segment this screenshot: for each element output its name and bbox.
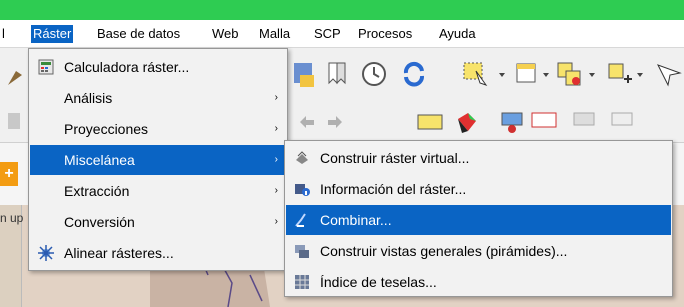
calculator-icon — [38, 59, 54, 75]
menu-item-analysis[interactable]: Análisis › — [30, 83, 286, 113]
menu-item-raster-calculator[interactable]: Calculadora ráster... — [30, 52, 286, 82]
table-icon[interactable] — [514, 59, 540, 89]
bookmark-icon[interactable] — [325, 59, 351, 89]
menu-item-build-virtual-raster[interactable]: Construir ráster virtual... — [286, 143, 671, 173]
label-change-icon[interactable] — [610, 109, 636, 135]
menu-item-label: Información del ráster... — [320, 181, 467, 197]
menu-item-conversion[interactable]: Conversión › — [30, 207, 286, 237]
chevron-right-icon: › — [274, 216, 278, 227]
menu-item-label: Alinear rásteres... — [64, 245, 174, 261]
align-rasters-icon — [38, 245, 54, 261]
chevron-right-icon: › — [274, 185, 278, 196]
miscellaneous-submenu: Construir ráster virtual... Información … — [284, 140, 673, 297]
label-abc-icon[interactable] — [416, 111, 444, 133]
pyramids-icon — [295, 245, 309, 258]
menu-item-label: Extracción — [64, 183, 130, 199]
menu-item-extraction[interactable]: Extracción › — [30, 176, 286, 206]
clock-icon[interactable] — [360, 59, 388, 89]
virtual-raster-icon — [296, 151, 308, 164]
chevron-down-icon[interactable] — [588, 71, 596, 79]
label-highlight-icon[interactable] — [530, 109, 560, 133]
deselect-icon[interactable] — [556, 59, 584, 89]
menu-processing[interactable]: Procesos — [358, 25, 412, 43]
menu-item-label: Calculadora ráster... — [64, 59, 190, 75]
menu-raster[interactable]: Ráster — [31, 25, 74, 43]
menu-item-label: Combinar... — [320, 212, 392, 228]
menu-item-merge[interactable]: Combinar... — [286, 205, 671, 235]
chevron-down-icon[interactable] — [498, 71, 506, 79]
menu-item-tile-index[interactable]: Índice de teselas... — [286, 267, 671, 297]
menu-item-build-overviews[interactable]: Construir vistas generales (pirámides)..… — [286, 236, 671, 266]
menu-item-projections[interactable]: Proyecciones › — [30, 114, 286, 144]
menu-item-raster-information[interactable]: Información del ráster... — [286, 174, 671, 204]
raster-info-icon — [295, 184, 310, 196]
menu-item-label: Construir vistas generales (pirámides)..… — [320, 243, 568, 259]
menu-item-label: Proyecciones — [64, 121, 149, 137]
menu-database[interactable]: Base de datos — [97, 25, 180, 43]
label-style-icon[interactable] — [454, 109, 480, 135]
menu-view-partial[interactable]: l — [2, 25, 5, 43]
label-rotate-icon[interactable] — [572, 109, 598, 135]
menu-item-label: Índice de teselas... — [320, 274, 437, 290]
new-layer-icon[interactable] — [606, 59, 634, 89]
chevron-right-icon: › — [274, 123, 278, 134]
menu-item-miscellaneous[interactable]: Miscelánea › — [30, 145, 286, 175]
select-icon[interactable] — [462, 59, 496, 89]
side-panel-text: n up — [0, 211, 24, 225]
menu-scp[interactable]: SCP — [314, 25, 341, 43]
label-pin-icon[interactable] — [500, 109, 526, 135]
raster-menu: Calculadora ráster... Análisis › Proyecc… — [28, 48, 288, 271]
chevron-right-icon: › — [274, 92, 278, 103]
chevron-down-icon[interactable] — [636, 71, 644, 79]
add-layer-button[interactable]: + — [0, 162, 18, 186]
redo-icon[interactable] — [324, 111, 346, 133]
chevron-right-icon: › — [274, 154, 278, 165]
menu-item-label: Miscelánea — [64, 152, 135, 168]
menu-item-align-rasters[interactable]: Alinear rásteres... — [30, 238, 286, 268]
identify-icon[interactable] — [654, 59, 682, 89]
menu-web[interactable]: Web — [212, 25, 239, 43]
merge-icon — [295, 213, 306, 227]
menu-bar: l Ráster Base de datos Web Malla SCP Pro… — [0, 20, 684, 48]
menu-help[interactable]: Ayuda — [439, 25, 476, 43]
title-bar — [0, 0, 684, 20]
menu-mesh[interactable]: Malla — [259, 25, 290, 43]
refresh-icon[interactable] — [400, 59, 428, 89]
menu-item-label: Conversión — [64, 214, 135, 230]
menu-item-label: Análisis — [64, 90, 113, 106]
chevron-down-icon[interactable] — [542, 71, 550, 79]
layer-icon[interactable] — [292, 59, 318, 89]
digitize-icon[interactable] — [4, 109, 24, 133]
undo-icon[interactable] — [296, 111, 318, 133]
menu-item-label: Construir ráster virtual... — [320, 150, 470, 166]
tile-index-icon — [295, 275, 309, 289]
